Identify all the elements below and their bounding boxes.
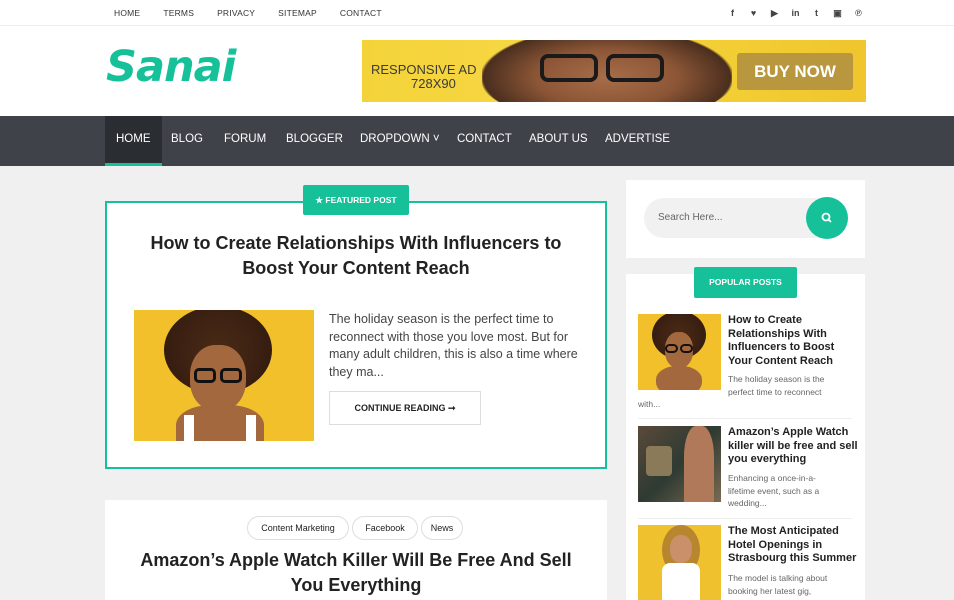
search-widget: Search Here... <box>626 180 865 258</box>
popular-post-3-title[interactable]: The Most Anticipated Hotel Openings in S… <box>728 525 858 566</box>
tag-facebook[interactable]: Facebook <box>352 516 418 540</box>
pp2-background <box>646 446 672 476</box>
nav-item-contact[interactable]: CONTACT <box>446 116 523 166</box>
top-link-contact[interactable]: CONTACT <box>340 8 382 18</box>
featured-post-title[interactable]: How to Create Relationships With Influen… <box>127 231 585 281</box>
instagram-icon[interactable]: ▣ <box>827 8 848 19</box>
top-links: HOME TERMS PRIVACY SITEMAP CONTACT <box>114 0 405 26</box>
post-title[interactable]: Amazon’s Apple Watch Killer Will Be Free… <box>125 548 587 598</box>
pp3-face <box>670 535 692 563</box>
popular-post-1[interactable]: How to Create Relationships With Influen… <box>638 314 852 414</box>
popular-post-1-image[interactable] <box>638 314 721 390</box>
tag-content-marketing[interactable]: Content Marketing <box>247 516 349 540</box>
pp1-glasses-right <box>680 344 693 353</box>
nav-item-advertise[interactable]: ADVERTISE <box>594 116 681 166</box>
popular-post-3[interactable]: The Most Anticipated Hotel Openings in S… <box>638 525 856 600</box>
post-card: Content Marketing Facebook News Amazon’s… <box>105 500 607 600</box>
nav-item-blog[interactable]: BLOG <box>160 116 214 166</box>
popular-post-1-excerpt: The holiday season is the perfect time t… <box>728 374 825 397</box>
ad-text: RESPONSIVE AD 728X90 <box>371 63 476 91</box>
youtube-icon[interactable]: ▶ <box>764 8 785 19</box>
nav-item-dropdown[interactable]: DROPDOWN ˅ <box>349 116 451 166</box>
featured-post-badge: ★ FEATURED POST <box>303 185 409 215</box>
main-nav: HOME BLOG FORUM BLOGGER DROPDOWN ˅ CONTA… <box>0 116 954 166</box>
top-link-terms[interactable]: TERMS <box>163 8 194 18</box>
ad-line2: 728X90 <box>411 76 456 91</box>
popular-posts-widget: POPULAR POSTS How to Create Relationship… <box>626 267 865 600</box>
popular-post-2-image[interactable] <box>638 426 721 502</box>
thumb-glasses-left <box>194 368 216 383</box>
popular-post-2-title[interactable]: Amazon’s Apple Watch killer will be free… <box>728 426 858 467</box>
popular-posts-badge: POPULAR POSTS <box>694 267 797 298</box>
nav-item-about-us[interactable]: ABOUT US <box>518 116 599 166</box>
pp3-dress <box>662 563 700 600</box>
popular-post-1-title[interactable]: How to Create Relationships With Influen… <box>728 314 858 368</box>
top-link-home[interactable]: HOME <box>114 8 140 18</box>
social-links: f ♥ ▶ in t ▣ ℗ <box>722 0 869 26</box>
popular-post-3-image[interactable] <box>638 525 721 600</box>
thumb-glasses-right <box>220 368 242 383</box>
popular-post-1-excerpt-more: with... <box>638 399 661 409</box>
featured-post-card: How to Create Relationships With Influen… <box>105 201 607 469</box>
buy-now-button[interactable]: BUY NOW <box>737 53 853 90</box>
ad-banner[interactable]: RESPONSIVE AD 728X90 BUY NOW <box>362 40 866 102</box>
pp1-glasses-left <box>665 344 678 353</box>
nav-item-forum[interactable]: FORUM <box>213 116 277 166</box>
tag-news[interactable]: News <box>421 516 463 540</box>
ad-line1: RESPONSIVE AD <box>371 62 477 77</box>
pp2-person <box>684 426 714 502</box>
divider <box>638 518 852 519</box>
pinterest-icon[interactable]: ℗ <box>848 8 869 18</box>
nav-item-blogger[interactable]: BLOGGER <box>275 116 354 166</box>
top-link-privacy[interactable]: PRIVACY <box>217 8 255 18</box>
site-logo[interactable]: Sanai <box>106 42 236 92</box>
nav-item-home[interactable]: HOME <box>105 116 162 166</box>
featured-post-image[interactable] <box>134 310 314 441</box>
tumblr-icon[interactable]: t <box>806 8 827 18</box>
site-header: Sanai RESPONSIVE AD 728X90 BUY NOW <box>0 26 954 116</box>
top-link-sitemap[interactable]: SITEMAP <box>278 8 317 18</box>
popular-post-2-excerpt: Enhancing a once-in-a-lifetime event, su… <box>728 473 820 508</box>
search-icon <box>821 212 832 223</box>
search-button[interactable] <box>806 197 848 239</box>
popular-post-3-excerpt: The model is talking about booking her l… <box>728 573 828 596</box>
linkedin-icon[interactable]: in <box>785 8 806 18</box>
top-bar: HOME TERMS PRIVACY SITEMAP CONTACT f ♥ ▶… <box>0 0 954 26</box>
ad-glasses-image <box>540 54 668 84</box>
twitter-icon[interactable]: ♥ <box>743 8 764 18</box>
divider <box>638 418 852 419</box>
facebook-icon[interactable]: f <box>722 8 743 18</box>
pp1-shoulders <box>656 366 702 390</box>
continue-reading-button[interactable]: CONTINUE READING ➞ <box>329 391 481 425</box>
thumb-strap-left <box>184 415 194 441</box>
featured-post-excerpt: The holiday season is the perfect time t… <box>329 312 578 379</box>
popular-post-2[interactable]: Amazon’s Apple Watch killer will be free… <box>638 426 858 514</box>
thumb-strap-right <box>246 415 256 441</box>
